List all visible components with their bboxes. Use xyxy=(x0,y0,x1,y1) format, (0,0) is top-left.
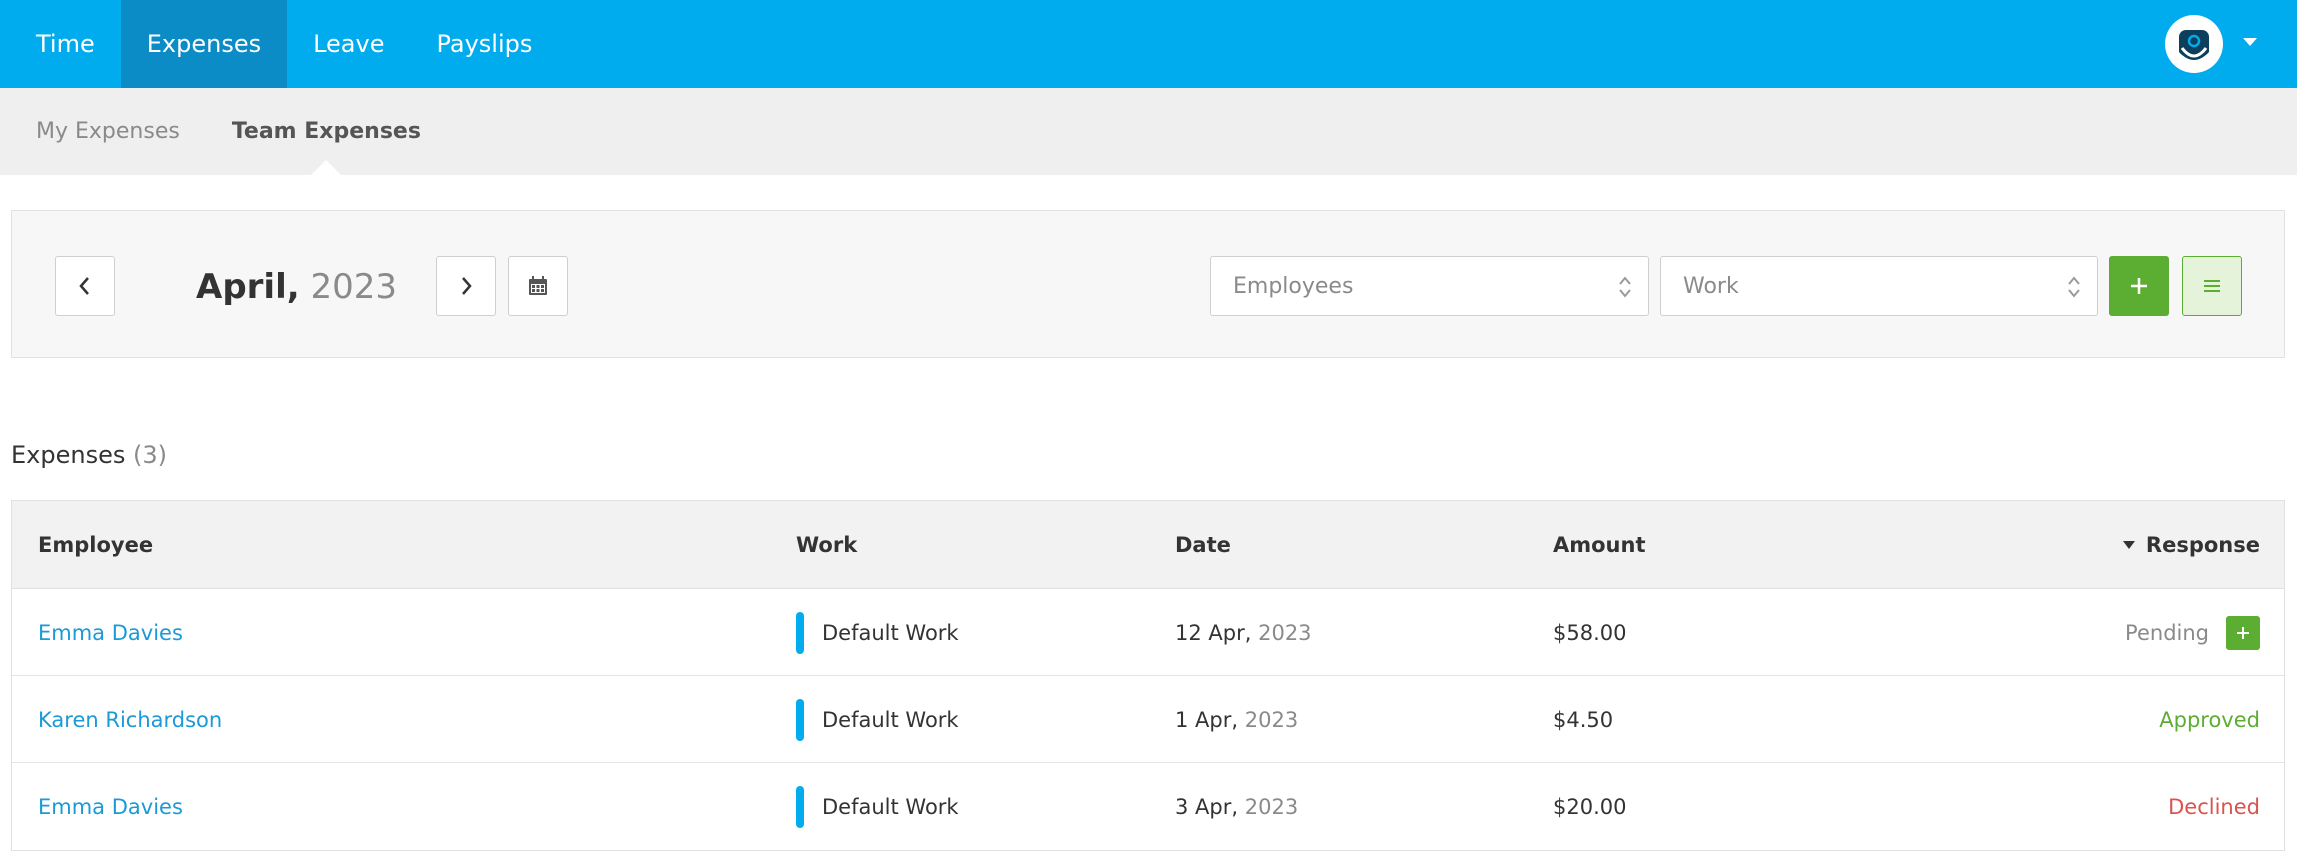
nav-tab-payslips[interactable]: Payslips xyxy=(410,0,558,88)
response-cell: Declined xyxy=(2168,763,2260,850)
work-cell: Default Work xyxy=(796,763,959,850)
expenses-table: Employee Work Date Amount Response Emma … xyxy=(11,500,2285,851)
amount-cell: $20.00 xyxy=(1553,794,1627,819)
column-header-employee[interactable]: Employee xyxy=(38,501,153,589)
work-color-indicator xyxy=(796,698,804,741)
expenses-subnav: My Expenses Team Expenses xyxy=(10,88,447,175)
section-title-text: Expenses xyxy=(11,441,126,469)
calendar-button[interactable] xyxy=(508,256,568,316)
table-header: Employee Work Date Amount Response xyxy=(12,501,2284,589)
period-month: April, xyxy=(196,267,300,307)
nav-tab-time[interactable]: Time xyxy=(10,0,121,88)
add-expense-button[interactable] xyxy=(2109,256,2169,316)
sort-descending-icon xyxy=(2122,541,2135,549)
period-label: April, 2023 xyxy=(196,267,397,307)
date-cell: 12 Apr, 2023 xyxy=(1175,589,1312,676)
table-row: Emma Davies Default Work 12 Apr, 2023 $5… xyxy=(12,589,2284,676)
employees-select[interactable]: Employees xyxy=(1210,256,1649,316)
work-cell: Default Work xyxy=(796,676,959,763)
plus-icon xyxy=(2131,278,2147,294)
period-year: 2023 xyxy=(310,267,397,307)
account-dropdown-caret-icon[interactable] xyxy=(2243,38,2257,46)
select-arrows-icon xyxy=(2068,276,2080,298)
plus-icon xyxy=(2237,626,2249,639)
date-cell: 3 Apr, 2023 xyxy=(1175,763,1298,850)
amount-cell: $4.50 xyxy=(1553,707,1614,732)
work-name: Default Work xyxy=(822,794,959,819)
work-name: Default Work xyxy=(822,707,959,732)
date-day: 3 Apr, xyxy=(1175,794,1239,819)
main-nav: Time Expenses Leave Payslips xyxy=(10,0,558,88)
work-color-indicator xyxy=(796,611,804,654)
select-arrows-icon xyxy=(1619,276,1631,298)
filter-toolbar: April, 2023 Employees Work xyxy=(11,210,2285,358)
chevron-left-icon xyxy=(79,277,89,295)
column-header-work[interactable]: Work xyxy=(796,501,857,589)
amount-cell: $58.00 xyxy=(1553,620,1627,645)
list-icon xyxy=(2204,280,2220,292)
date-year: 2023 xyxy=(1258,620,1312,645)
date-cell: 1 Apr, 2023 xyxy=(1175,676,1298,763)
work-select[interactable]: Work xyxy=(1660,256,2098,316)
work-cell: Default Work xyxy=(796,589,959,676)
table-row: Karen Richardson Default Work 1 Apr, 202… xyxy=(12,676,2284,763)
column-header-date[interactable]: Date xyxy=(1175,501,1231,589)
chevron-right-icon xyxy=(462,277,472,295)
date-year: 2023 xyxy=(1244,707,1299,732)
table-row: Emma Davies Default Work 3 Apr, 2023 $20… xyxy=(12,763,2284,850)
calendar-icon xyxy=(529,276,547,295)
date-day: 1 Apr, xyxy=(1175,707,1239,732)
expenses-count: (3) xyxy=(133,441,167,469)
status-badge: Pending xyxy=(2125,620,2209,645)
subnav-tab-team-expenses[interactable]: Team Expenses xyxy=(206,88,447,175)
nav-tab-expenses[interactable]: Expenses xyxy=(120,0,288,88)
employee-link[interactable]: Karen Richardson xyxy=(38,708,222,732)
work-select-placeholder: Work xyxy=(1683,273,1739,299)
column-header-response[interactable]: Response xyxy=(2122,501,2260,589)
employees-select-placeholder: Employees xyxy=(1233,273,1354,299)
work-color-indicator xyxy=(796,785,804,828)
response-cell: Pending xyxy=(2125,589,2260,676)
date-day: 12 Apr, xyxy=(1175,620,1252,645)
user-avatar-icon xyxy=(2179,30,2209,60)
respond-button[interactable] xyxy=(2226,615,2260,650)
list-view-button[interactable] xyxy=(2182,256,2242,316)
work-name: Default Work xyxy=(822,620,959,645)
employee-link[interactable]: Emma Davies xyxy=(38,795,183,819)
date-year: 2023 xyxy=(1244,794,1299,819)
column-header-amount[interactable]: Amount xyxy=(1553,501,1646,589)
status-badge: Declined xyxy=(2168,794,2260,819)
sub-navigation-bar: My Expenses Team Expenses xyxy=(0,88,2297,175)
subnav-tab-my-expenses[interactable]: My Expenses xyxy=(10,88,206,175)
previous-period-button[interactable] xyxy=(55,256,115,316)
user-avatar[interactable] xyxy=(2165,15,2223,73)
response-cell: Approved xyxy=(2159,676,2260,763)
top-navigation-bar: Time Expenses Leave Payslips xyxy=(0,0,2297,88)
nav-tab-leave[interactable]: Leave xyxy=(287,0,410,88)
status-badge: Approved xyxy=(2159,707,2260,732)
column-header-response-label: Response xyxy=(2145,533,2260,557)
next-period-button[interactable] xyxy=(436,256,496,316)
expenses-section-title: Expenses (3) xyxy=(11,441,167,469)
employee-link[interactable]: Emma Davies xyxy=(38,621,183,645)
